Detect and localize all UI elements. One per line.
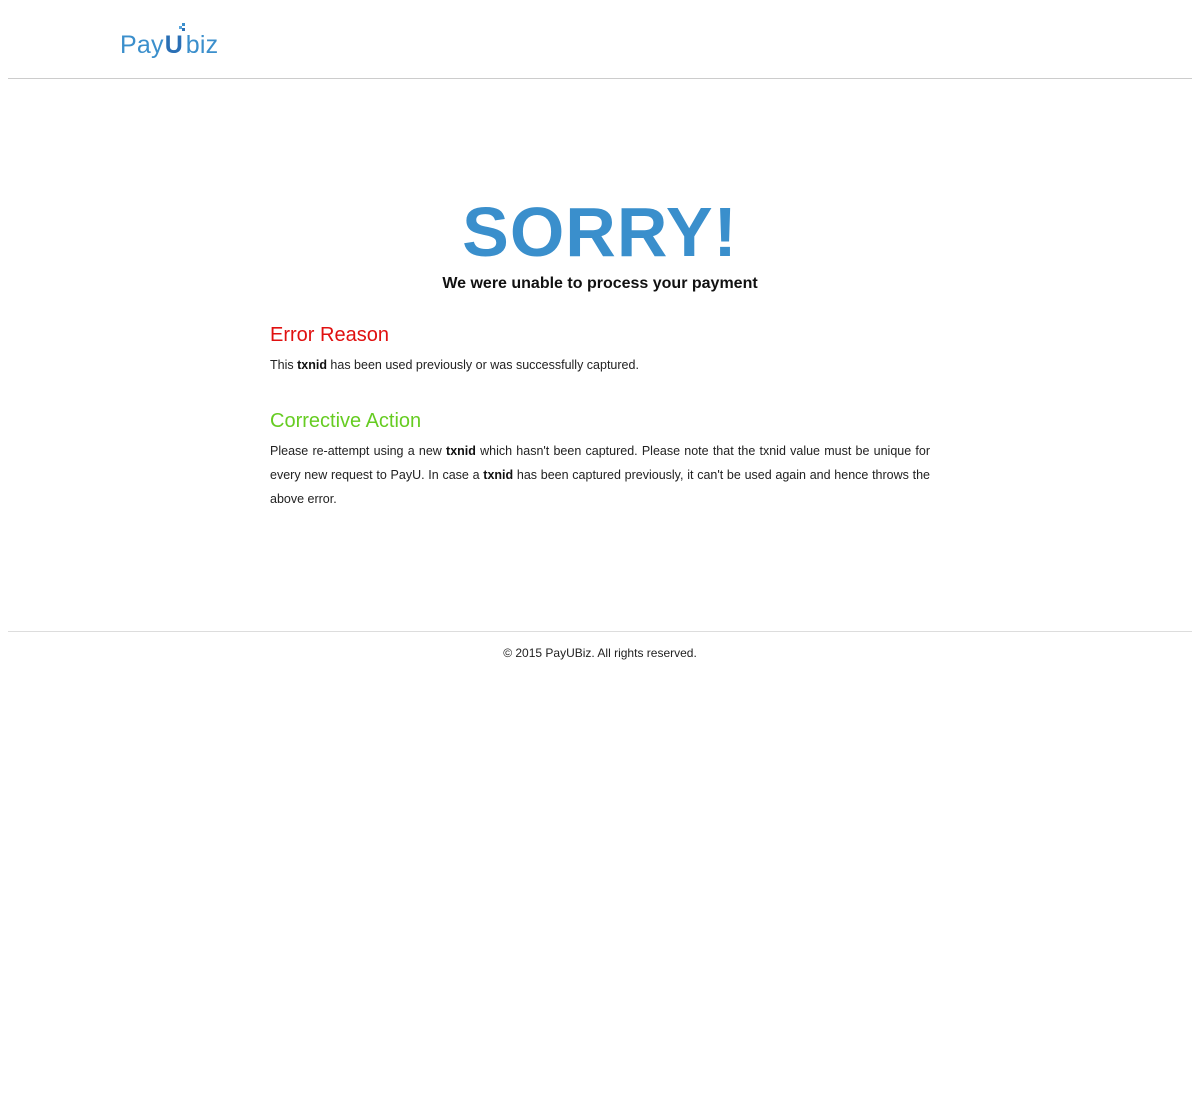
error-reason-section: Error Reason This txnid has been used pr… [270, 323, 930, 377]
error-text-bold: txnid [297, 358, 327, 372]
logo-text-u: U [164, 31, 183, 59]
logo-u-mark: U [164, 23, 185, 59]
action-text-bold: txnid [483, 468, 514, 482]
corrective-action-section: Corrective Action Please re-attempt usin… [270, 409, 930, 511]
corrective-action-text: Please re-attempt using a new txnid whic… [270, 439, 930, 511]
page-footer: © 2015 PayUBiz. All rights reserved. [8, 631, 1192, 660]
page-title: SORRY! [462, 193, 738, 271]
error-text-part: has been used previously or was successf… [326, 358, 639, 372]
payubiz-logo[interactable]: Pay U biz [120, 22, 218, 58]
page-subtitle: We were unable to process your payment [442, 275, 758, 292]
action-text-bold: txnid [446, 444, 476, 458]
logo-pixel-dots-icon [178, 23, 185, 31]
logo-text-pay: Pay [120, 31, 164, 59]
error-content: SORRY! We were unable to process your pa… [270, 79, 930, 631]
error-text-part: This [270, 358, 298, 372]
copyright-text: © 2015 PayUBiz. All rights reserved. [503, 646, 697, 660]
corrective-action-heading: Corrective Action [270, 410, 422, 432]
logo-text-biz: biz [185, 31, 219, 59]
action-text-part: Please re-attempt using a new [270, 444, 447, 458]
error-reason-heading: Error Reason [270, 324, 389, 346]
page-header: Pay U biz [8, 0, 1192, 79]
error-reason-text: This txnid has been used previously or w… [270, 353, 930, 377]
